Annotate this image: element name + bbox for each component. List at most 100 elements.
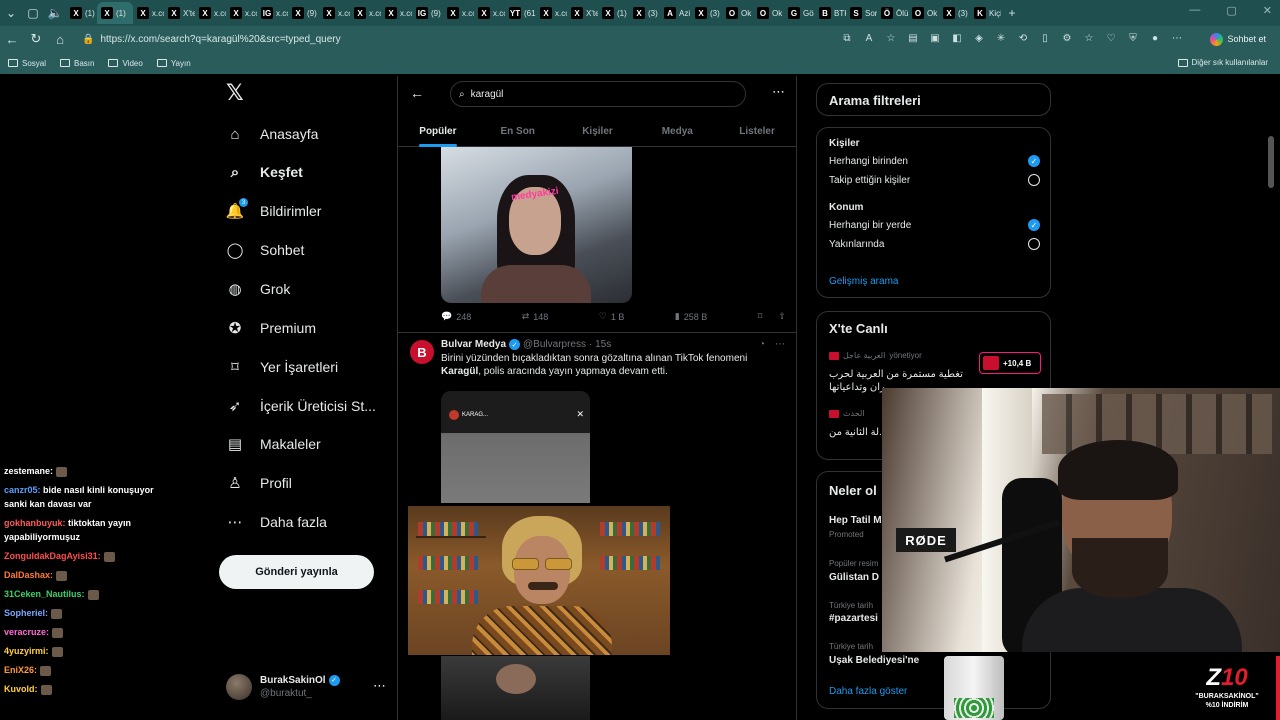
chat-username[interactable]: veracruze: [4,627,49,637]
browser-tab[interactable]: O Ok [753,2,784,24]
copilot-chat-button[interactable]: Sohbet et [1204,30,1272,48]
tab-lists[interactable]: Listeler [717,116,797,146]
browser-tab[interactable]: G Gö [784,2,815,24]
settings-more-icon[interactable]: ⋯ [1170,31,1184,45]
trend-item[interactable]: Uşak Belediyesi'ne [829,655,919,666]
nav-item-more-circle[interactable]: ⋯ Daha fazla [226,510,327,534]
browser-tab[interactable]: Xx.co [443,2,474,24]
nav-item-search[interactable]: ⌕ Keşfet [226,160,303,184]
browser-tab[interactable]: Xx.co [226,2,257,24]
browser-tab[interactable]: Xx.co [474,2,505,24]
search-input[interactable]: ⌕ karagül [450,81,746,107]
chat-username[interactable]: 4yuzyirmi: [4,646,49,656]
more-dots-icon[interactable]: ⋯ [373,678,386,694]
chat-username[interactable]: canzr05: [4,485,41,495]
back-icon[interactable]: ← [0,27,24,51]
live-listeners-badge[interactable]: +10,4 B [979,352,1041,374]
chat-username[interactable]: gokhanbuyuk: [4,518,66,528]
extension-icon[interactable]: ✳ [994,31,1008,45]
nav-item-rocket[interactable]: ➶ İçerik Üreticisi St... [226,394,376,418]
extension-icon[interactable]: ▤ [906,31,920,45]
live-source[interactable]: الحدث [829,409,865,418]
browser-tab[interactable]: Xx.co [133,2,164,24]
tweet-handle[interactable]: @Bulvarpress [523,339,586,350]
tab-media[interactable]: Medya [637,116,717,146]
chat-username[interactable]: 31Ceken_Nautilus: [4,589,85,599]
nav-item-article[interactable]: ▤ Makaleler [226,432,321,456]
browser-tab[interactable]: X (3) [629,2,660,24]
browser-tab[interactable]: X (1) [97,2,133,24]
browser-tab[interactable]: BBTK [815,2,846,24]
browser-tab[interactable]: YT (61 [505,2,536,24]
url-field[interactable]: 🔒 https://x.com/search?q=karagül%20&src=… [74,29,834,49]
chat-username[interactable]: Kuvold: [4,684,38,694]
browser-tab[interactable]: X X'te [164,2,195,24]
chat-username[interactable]: EniX26: [4,665,37,675]
workspaces-icon[interactable]: ▢ [22,2,44,24]
close-window-icon[interactable]: ✕ [1263,4,1272,17]
nav-item-chat[interactable]: ◯ Sohbet [226,238,305,262]
read-aloud-icon[interactable]: A [862,31,876,45]
browser-essentials-icon[interactable]: ⛨ [1126,31,1140,45]
home-icon[interactable]: ⌂ [48,27,72,51]
bookmark-folder[interactable]: Sosyal [8,59,46,68]
account-switcher[interactable]: BurakSakinOl ✓ @buraktut_ ⋯ [226,672,390,702]
browser-tab[interactable]: O Ok [908,2,939,24]
profile-avatar-icon[interactable]: ● [1148,31,1162,45]
nav-item-premium[interactable]: ✪ Premium [226,316,316,340]
show-more-link[interactable]: Daha fazla göster [829,686,907,697]
advanced-search-link[interactable]: Gelişmiş arama [829,276,898,287]
extension-icon[interactable]: ⟲ [1016,31,1030,45]
chat-username[interactable]: ZonguldakDagAyisi31: [4,551,101,561]
collections-icon[interactable]: ♡ [1104,31,1118,45]
search-options-icon[interactable]: ⋯ [772,84,785,100]
tab-popular[interactable]: Popüler [398,116,478,146]
like-button[interactable]: ♡ 1 B [599,311,625,322]
nav-item-grok[interactable]: ◍ Grok [226,277,290,301]
tab-audio-icon[interactable]: 🔈 [44,2,66,24]
chat-username[interactable]: DalDashax: [4,570,53,580]
avatar[interactable]: B [410,340,434,364]
nav-item-home[interactable]: ⌂ Anasayfa [226,122,318,146]
minimize-icon[interactable]: — [1189,4,1200,17]
filter-option[interactable]: Takip ettiğin kişiler [829,174,1040,186]
bookmark-folder[interactable]: Video [108,59,143,68]
nav-item-bell[interactable]: 🔔 3 Bildirimler [226,198,321,223]
trend-item[interactable]: #pazartesi [829,613,878,624]
browser-tab[interactable]: X (3) [939,2,970,24]
browser-tab[interactable]: IGx.co [257,2,288,24]
bookmark-folder[interactable]: Yayın [156,59,191,68]
browser-tab[interactable]: Ö Ölü [877,2,908,24]
filter-option[interactable]: Yakınlarında [829,238,1040,250]
browser-tab[interactable]: X (9) [288,2,319,24]
extension-icon[interactable]: ◧ [950,31,964,45]
chat-username[interactable]: zestemane: [4,466,53,476]
browser-tab[interactable]: S Sor [846,2,877,24]
filter-option[interactable]: Herhangi birinden ✓ [829,155,1040,167]
browser-tab[interactable]: Xx.co [319,2,350,24]
nav-item-person[interactable]: ♙ Profil [226,471,292,495]
split-screen-icon[interactable]: ▯ [1038,31,1052,45]
favorite-star-icon[interactable]: ☆ [884,31,898,45]
browser-tab[interactable]: X X'te [567,2,598,24]
browser-tab[interactable]: A Azi [660,2,691,24]
browser-tab[interactable]: O Ok [722,2,753,24]
x-logo-icon[interactable]: 𝕏 [226,82,246,104]
more-dots-icon[interactable]: ⋯ [775,339,785,350]
page-scrollbar[interactable] [1268,136,1274,188]
browser-tab[interactable]: X (1) [598,2,629,24]
trend-item[interactable]: Hep Tatil M [829,515,882,526]
browser-tab[interactable]: X (3) [691,2,722,24]
back-arrow-icon[interactable]: ← [410,85,424,101]
other-bookmarks-folder[interactable]: Diğer sık kullanılanlar [1177,58,1268,67]
extension-icon[interactable]: ▣ [928,31,942,45]
grok-icon[interactable]: ◔ [759,339,765,350]
tweet-author[interactable]: Bulvar Medya [441,339,506,350]
extension-icon[interactable]: ◈ [972,31,986,45]
repost-button[interactable]: ⇄ 148 [522,311,549,322]
browser-tab[interactable]: Xx.co [195,2,226,24]
browser-tab[interactable]: Xx.co [350,2,381,24]
browser-tab[interactable]: Xx.co [381,2,412,24]
live-source[interactable]: العربية عاجل yönetiyor [829,351,922,360]
tweet-video-thumbnail[interactable]: KARAG... ✕ [441,391,590,503]
